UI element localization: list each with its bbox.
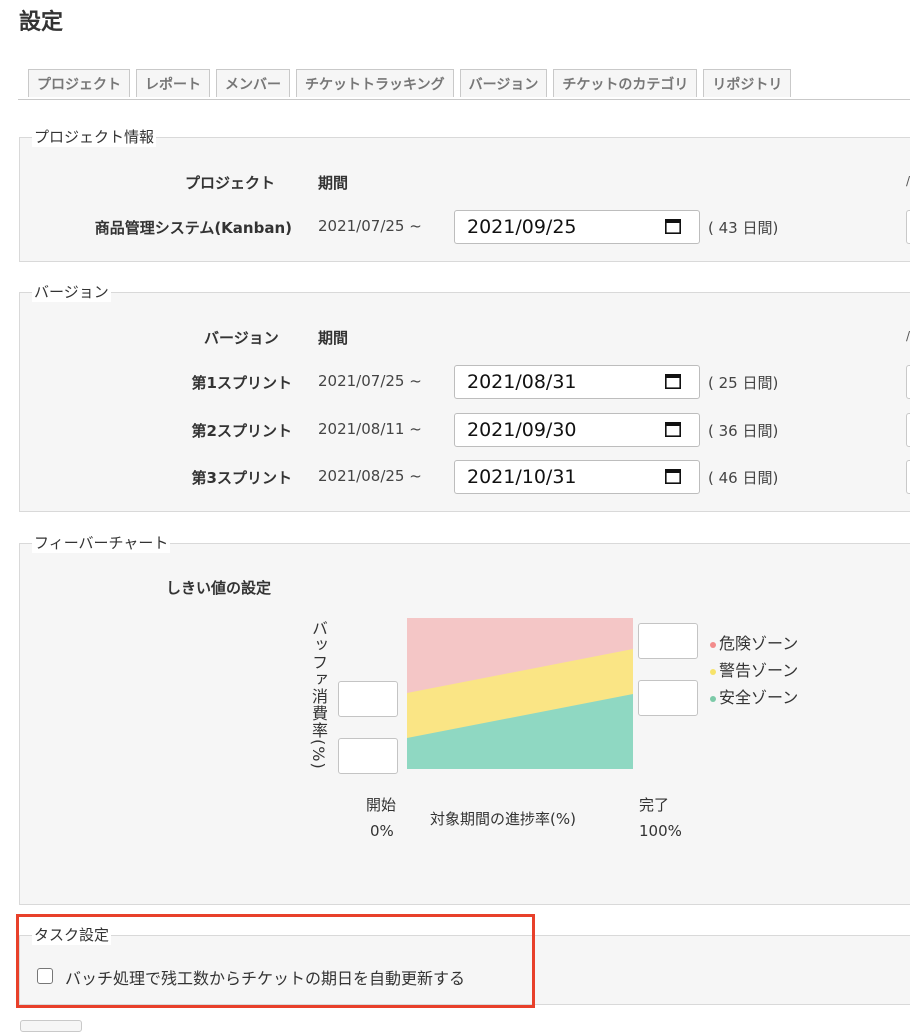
version-end-date-input[interactable]: 2021/10/31 [454, 460, 700, 494]
version-name: 第3スプリント [191, 469, 292, 487]
tab-members[interactable]: メンバー [216, 69, 290, 97]
version-legend: バージョン [32, 282, 111, 302]
truncated-input[interactable] [906, 460, 910, 494]
x-end-value: 100% [639, 822, 682, 840]
buffer-threshold-lower-end-input[interactable] [638, 680, 698, 716]
period-column-header: 期間 [318, 174, 349, 192]
buffer-threshold-lower-start-input[interactable] [338, 738, 398, 774]
version-column-header: バージョン [204, 329, 279, 347]
calendar-icon[interactable] [665, 374, 681, 389]
truncated-header: / [906, 174, 910, 188]
project-end-date-input[interactable]: 2021/09/25 [454, 210, 700, 244]
project-start-date: 2021/07/25 ~ [318, 217, 422, 235]
tabs-divider [18, 99, 910, 100]
version-end-date-value: 2021/08/31 [467, 371, 577, 393]
version-end-date-value: 2021/09/30 [467, 419, 577, 441]
legend-warning: 警告ゾーン [710, 657, 798, 681]
version-end-date-value: 2021/10/31 [467, 466, 577, 488]
truncated-header: / [906, 329, 910, 343]
x-axis-label: 対象期間の進捗率(%) [430, 810, 576, 828]
legend-safe-label: 安全ゾーン [719, 688, 799, 707]
tab-ticket-tracking[interactable]: チケットトラッキング [296, 69, 454, 97]
project-name: 商品管理システム(Kanban) [94, 219, 292, 237]
legend-warning-label: 警告ゾーン [719, 661, 799, 680]
calendar-icon[interactable] [665, 219, 681, 234]
x-start-value: 0% [370, 822, 394, 840]
fever-chart-section: フィーバーチャート しきい値の設定 バッファ消費率(%) 危険ゾーン 警告ゾーン… [19, 533, 910, 905]
tab-report[interactable]: レポート [136, 69, 210, 97]
highlight-box [16, 914, 535, 1008]
project-days: ( 43 日間) [708, 219, 779, 237]
fever-chart-zones [407, 618, 633, 769]
project-info-section: プロジェクト情報 プロジェクト 期間 / 商品管理システム(Kanban) 20… [19, 127, 910, 262]
buffer-threshold-upper-end-input[interactable] [638, 623, 698, 659]
buffer-threshold-upper-start-input[interactable] [338, 681, 398, 717]
settings-tabs: プロジェクト レポート メンバー チケットトラッキング バージョン チケットのカ… [28, 69, 797, 97]
warning-dot [710, 668, 716, 675]
legend-danger: 危険ゾーン [710, 630, 798, 654]
version-days: ( 36 日間) [708, 422, 779, 440]
truncated-input[interactable] [906, 413, 910, 447]
version-start-date: 2021/08/11 ~ [318, 420, 422, 438]
calendar-icon[interactable] [665, 469, 681, 484]
tab-version[interactable]: バージョン [459, 69, 548, 97]
danger-dot [710, 641, 716, 648]
truncated-input[interactable] [906, 365, 910, 399]
x-start-label: 開始 [366, 796, 397, 814]
save-button[interactable] [20, 1020, 82, 1032]
version-start-date: 2021/08/25 ~ [318, 467, 422, 485]
version-name: 第1スプリント [191, 374, 292, 392]
calendar-icon[interactable] [665, 422, 681, 437]
project-info-legend: プロジェクト情報 [32, 127, 157, 147]
safe-dot [710, 695, 716, 702]
project-column-header: プロジェクト [185, 174, 276, 192]
legend-safe: 安全ゾーン [710, 684, 798, 708]
version-section: バージョン バージョン 期間 / 第1スプリント 2021/07/25 ~ 20… [19, 282, 910, 512]
threshold-title: しきい値の設定 [166, 579, 272, 597]
truncated-input[interactable] [906, 210, 910, 244]
x-end-label: 完了 [639, 796, 670, 814]
version-days: ( 25 日間) [708, 374, 779, 392]
y-axis-label: バッファ消費率(%) [309, 620, 328, 770]
version-days: ( 46 日間) [708, 469, 779, 487]
version-end-date-input[interactable]: 2021/08/31 [454, 365, 700, 399]
version-end-date-input[interactable]: 2021/09/30 [454, 413, 700, 447]
tab-ticket-category[interactable]: チケットのカテゴリ [553, 69, 698, 97]
version-name: 第2スプリント [191, 422, 292, 440]
legend-danger-label: 危険ゾーン [719, 634, 799, 653]
version-start-date: 2021/07/25 ~ [318, 372, 422, 390]
version-period-column-header: 期間 [318, 329, 349, 347]
tab-repository[interactable]: リポジトリ [703, 69, 792, 97]
project-end-date-value: 2021/09/25 [467, 216, 577, 238]
tab-project[interactable]: プロジェクト [28, 69, 130, 97]
page-title: 設定 [19, 10, 64, 35]
fever-chart-legend: フィーバーチャート [32, 533, 171, 553]
